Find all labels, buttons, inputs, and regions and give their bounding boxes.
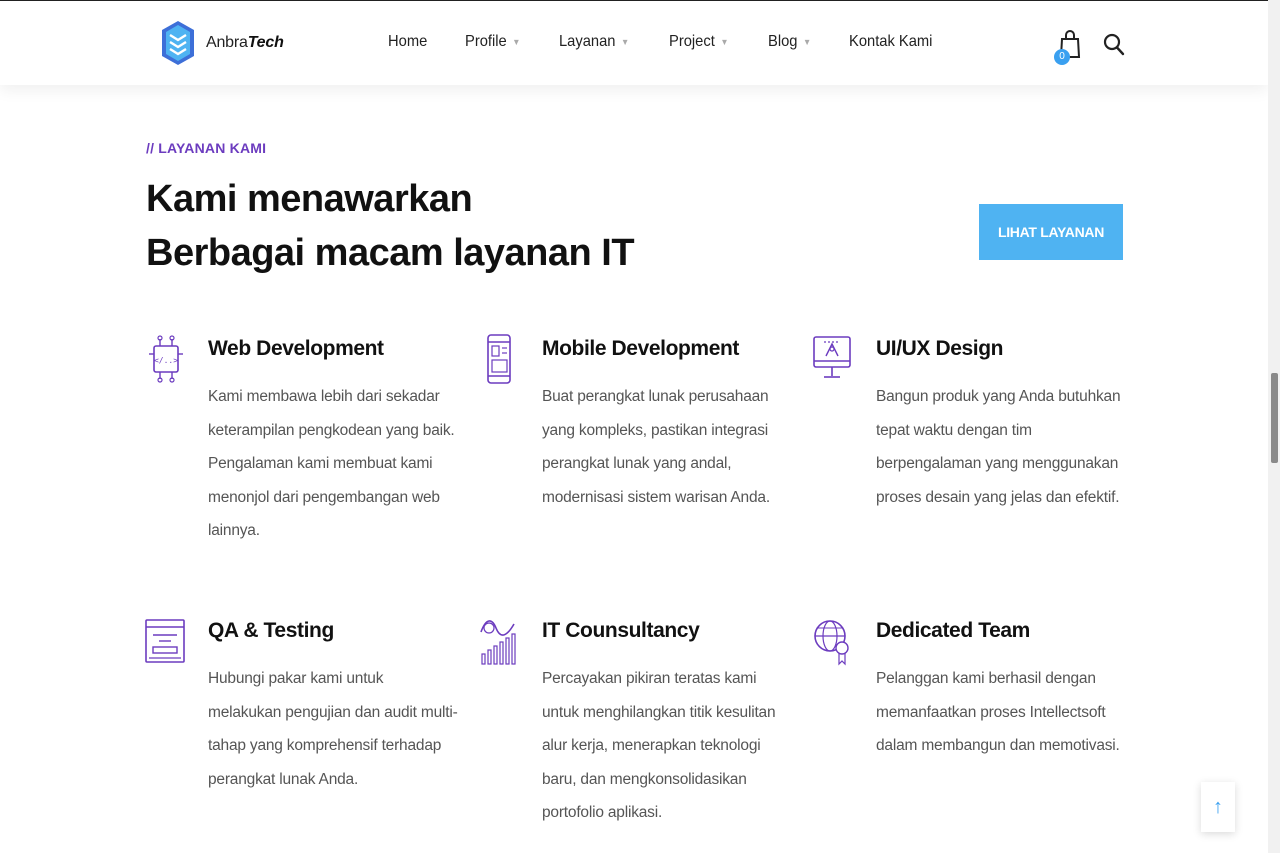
service-description: Pelanggan kami berhasil dengan memanfaat… xyxy=(876,670,1120,755)
service-title: Web Development xyxy=(208,337,384,360)
service-title: UI/UX Design xyxy=(876,337,1004,360)
brand-logo[interactable]: AnbraTech xyxy=(160,19,284,67)
caret-down-icon: ▼ xyxy=(720,37,729,47)
nav-project[interactable]: Project ▼ xyxy=(669,33,729,51)
service-description: Hubungi pakar kami untuk melakukan pengu… xyxy=(208,670,458,788)
back-to-top-button[interactable]: ↑ xyxy=(1201,782,1235,832)
web-code-icon: </..> xyxy=(149,335,183,383)
cart-count-badge: 0 xyxy=(1054,49,1070,65)
analytics-chart-icon xyxy=(480,620,516,665)
mobile-phone-icon xyxy=(487,334,511,384)
caret-down-icon: ▼ xyxy=(620,37,630,47)
nav-home[interactable]: Home xyxy=(388,33,427,51)
scrollbar-thumb[interactable] xyxy=(1271,373,1278,463)
nav-layanan[interactable]: Layanan ▼ xyxy=(559,33,629,51)
headline-line-2: Berbagai macam layanan IT xyxy=(146,232,635,274)
svg-text:</..>: </..> xyxy=(154,356,178,365)
section-eyebrow: // LAYANAN KAMI xyxy=(146,140,267,156)
global-team-icon xyxy=(814,620,849,666)
section-headline: Kami menawarkan Berbagai macam layanan I… xyxy=(146,172,635,280)
service-title: Dedicated Team xyxy=(876,619,1030,642)
service-description: Kami membawa lebih dari sekadar keteramp… xyxy=(208,388,455,540)
design-monitor-icon xyxy=(813,336,851,378)
headline-line-1: Kami menawarkan xyxy=(146,178,473,220)
arrow-up-icon: ↑ xyxy=(1213,795,1223,818)
search-icon xyxy=(1103,33,1125,56)
view-services-button[interactable]: LIHAT LAYANAN xyxy=(979,204,1123,260)
logo-mark-icon xyxy=(162,21,194,65)
nav-blog[interactable]: Blog ▼ xyxy=(768,33,811,51)
main-nav: Home Profile ▼ Layanan ▼ Project ▼ Blog ▼ Ko… xyxy=(388,33,974,51)
testing-window-icon xyxy=(145,619,185,663)
caret-down-icon: ▼ xyxy=(511,37,521,47)
caret-down-icon: ▼ xyxy=(802,37,812,47)
service-description: Bangun produk yang Anda butuhkan tepat w… xyxy=(876,388,1121,506)
service-title: IT Counsultancy xyxy=(542,619,700,642)
service-title: Mobile Development xyxy=(542,337,739,360)
nav-profile[interactable]: Profile ▼ xyxy=(465,33,520,51)
service-title: QA & Testing xyxy=(208,619,334,642)
cart-button[interactable]: 0 xyxy=(1054,29,1082,65)
search-button[interactable] xyxy=(1103,33,1125,57)
nav-kontak-kami[interactable]: Kontak Kami xyxy=(849,33,932,51)
site-header: AnbraTech Home Profile ▼ Layanan ▼ Project… xyxy=(0,1,1268,85)
brand-name: AnbraTech xyxy=(206,34,284,51)
service-description: Percayakan pikiran teratas kami untuk me… xyxy=(542,670,776,822)
service-description: Buat perangkat lunak perusahaan yang kom… xyxy=(542,388,770,506)
